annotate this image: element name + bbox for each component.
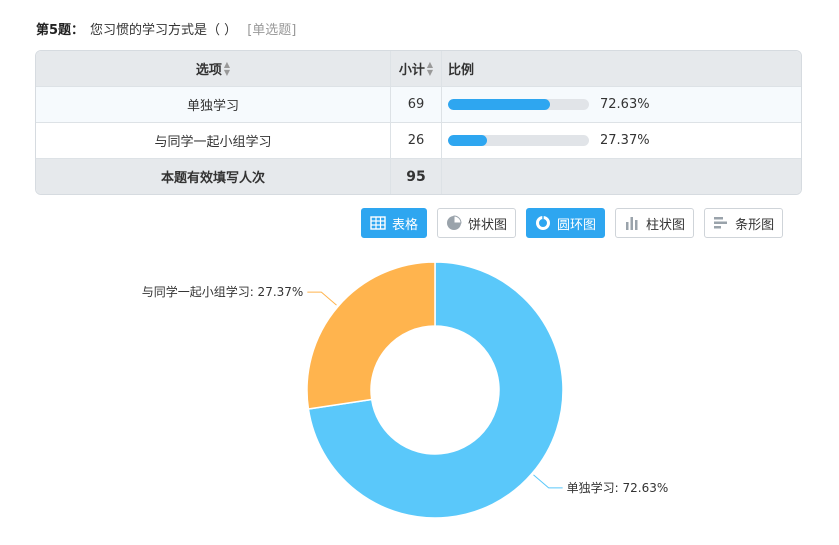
- option-cell: 单独学习: [36, 87, 391, 122]
- ratio-cell: 72.63%: [442, 87, 801, 122]
- progress-fill: [448, 99, 551, 110]
- question-type: [单选题]: [247, 23, 297, 38]
- ratio-cell: 27.37%: [442, 123, 801, 158]
- table-icon: [370, 216, 386, 230]
- slice-label: 单独学习: 72.63%: [567, 480, 669, 495]
- donut-view-button[interactable]: 圆环图: [526, 208, 606, 238]
- slice-label: 与同学一起小组学习: 27.37%: [142, 284, 304, 299]
- option-column-header[interactable]: 选项 ▲ ▼: [36, 51, 391, 86]
- question-number: 第5题：: [36, 23, 85, 38]
- donut-chart: 单独学习: 72.63% 与同学一起小组学习: 27.37%: [142, 261, 669, 519]
- percent-text: 27.37%: [600, 133, 650, 148]
- progress-track: [448, 99, 589, 110]
- bar-view-button[interactable]: 条形图: [704, 208, 784, 238]
- total-label: 本题有效填写人次: [36, 159, 391, 194]
- count-cell: 69: [391, 87, 442, 122]
- progress-fill: [448, 135, 487, 146]
- sort-icon[interactable]: ▲ ▼: [427, 60, 433, 77]
- table-row: 与同学一起小组学习 26 27.37%: [36, 122, 801, 158]
- percent-text: 72.63%: [600, 97, 650, 112]
- table-row: 单独学习 69 72.63%: [36, 86, 801, 122]
- chart-type-toolbar: 表格 饼状图 圆环图 柱状图 条形图: [361, 208, 793, 238]
- sort-icon[interactable]: ▲ ▼: [224, 60, 230, 77]
- ratio-column-header: 比例: [448, 63, 475, 78]
- table-view-button[interactable]: 表格: [361, 208, 428, 238]
- donut-slice[interactable]: [306, 261, 436, 410]
- column-chart-icon: [626, 217, 638, 230]
- total-row: 本题有效填写人次 95: [36, 158, 801, 194]
- results-table: 选项 ▲ ▼ 小计 ▲ ▼ 比例 单独学习 69 72.63% 与同学一起小组学习 …: [35, 50, 802, 195]
- donut-chart-icon: [536, 216, 551, 230]
- leader-line: [307, 291, 337, 306]
- table-header: 选项 ▲ ▼ 小计 ▲ ▼ 比例: [36, 51, 801, 86]
- question-header: 第5题： 您习惯的学习方式是（ ） [单选题]: [36, 19, 296, 38]
- column-view-button[interactable]: 柱状图: [615, 208, 695, 238]
- leader-line: [533, 474, 563, 489]
- bar-chart-icon: [714, 217, 728, 229]
- total-count: 95: [391, 159, 442, 194]
- count-cell: 26: [391, 123, 442, 158]
- progress-track: [448, 135, 589, 146]
- option-cell: 与同学一起小组学习: [36, 123, 391, 158]
- pie-chart-icon: [447, 215, 462, 230]
- question-text: 您习惯的学习方式是（ ）: [90, 23, 238, 38]
- pie-view-button[interactable]: 饼状图: [437, 208, 517, 238]
- count-column-header[interactable]: 小计 ▲ ▼: [391, 51, 442, 86]
